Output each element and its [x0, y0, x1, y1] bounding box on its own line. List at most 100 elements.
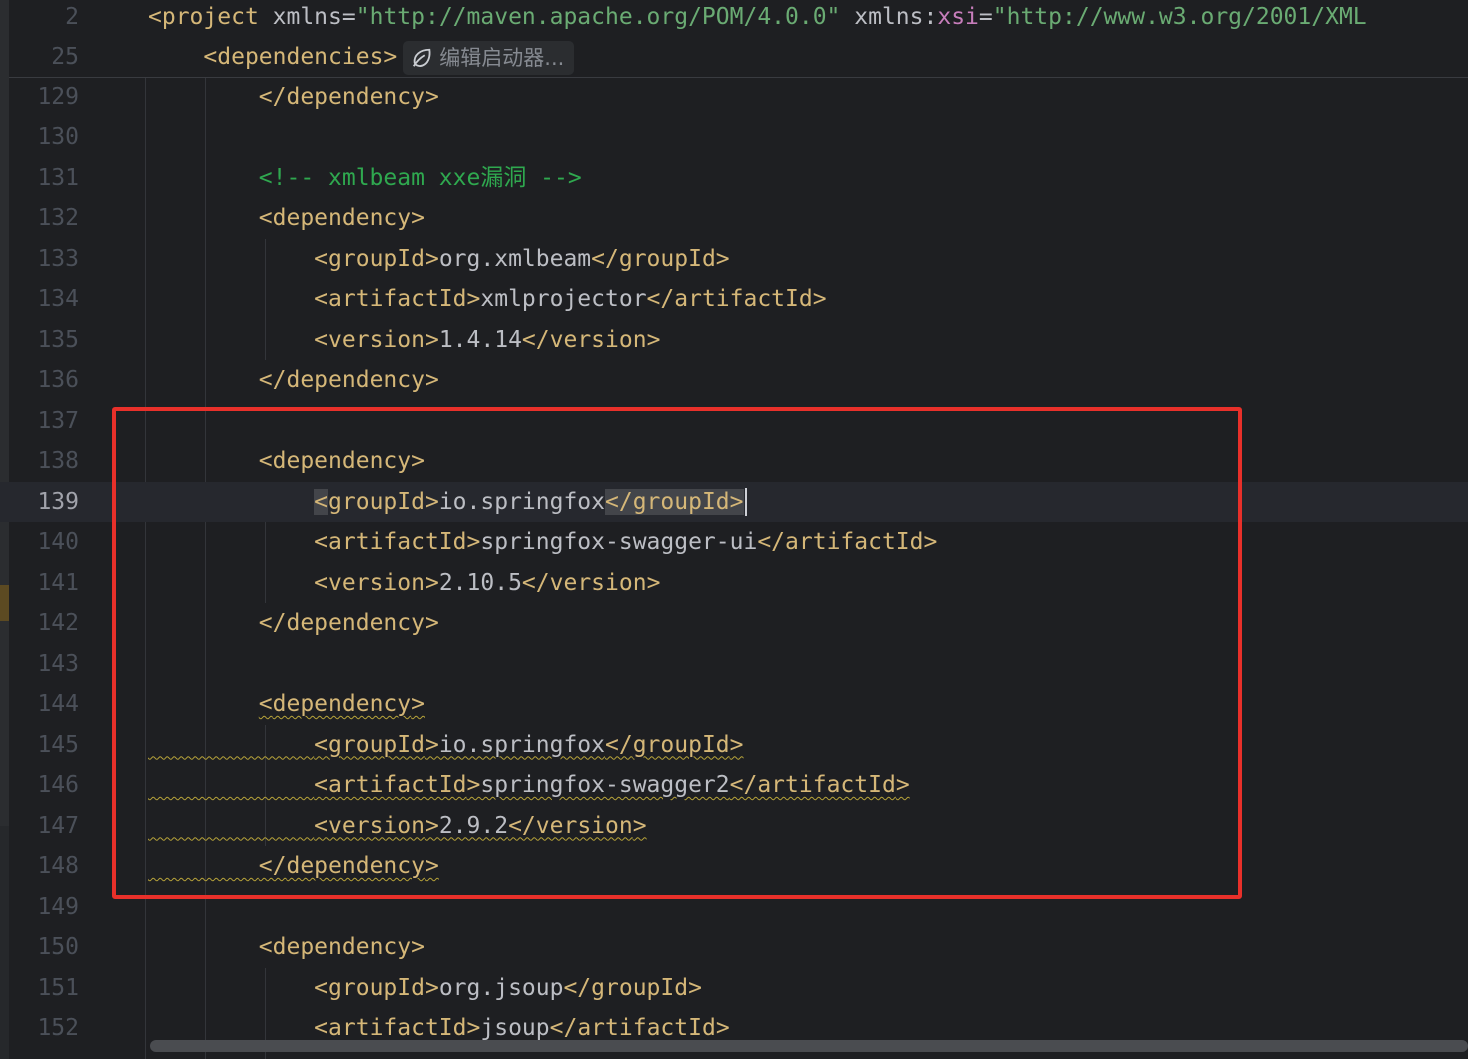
line-number[interactable]: 148	[9, 846, 79, 887]
code-text[interactable]: </dependency>	[148, 846, 439, 887]
code-text[interactable]: <project xmlns="http://maven.apache.org/…	[148, 0, 1367, 38]
code-token: dependency	[286, 367, 425, 393]
edit-starters-inlay-hint[interactable]: 编辑启动器...	[403, 40, 575, 75]
code-line[interactable]: 139 <groupId>io.springfox</groupId>	[0, 481, 1468, 523]
code-token: dependency	[286, 853, 425, 879]
code-line[interactable]: 130	[0, 117, 1468, 158]
code-token: >	[729, 488, 744, 515]
code-line[interactable]: 133 <groupId>org.xmlbeam</groupId>	[0, 239, 1468, 280]
line-number[interactable]: 142	[9, 603, 79, 644]
code-token: 1.4.14	[438, 326, 522, 353]
code-line[interactable]: 145 <groupId>io.springfox</groupId>	[0, 725, 1468, 766]
code-line[interactable]: 137	[0, 401, 1468, 442]
line-number[interactable]: 149	[9, 887, 79, 928]
line-number[interactable]: 150	[9, 927, 79, 968]
line-number[interactable]: 138	[9, 441, 79, 482]
line-number[interactable]: 151	[9, 968, 79, 1009]
line-number[interactable]: 137	[9, 401, 79, 442]
code-text[interactable]: <artifactId>springfox-swagger2</artifact…	[148, 765, 910, 806]
code-token: dependency	[286, 83, 425, 110]
code-text[interactable]: <version>2.10.5</version>	[148, 563, 660, 604]
code-token: >	[424, 83, 439, 110]
code-line[interactable]: 150 <dependency>	[0, 927, 1468, 968]
code-text[interactable]: <artifactId>springfox-swagger-ui</artifa…	[148, 522, 937, 563]
code-line[interactable]: 136 </dependency>	[0, 360, 1468, 401]
code-token: 2.9.2	[438, 812, 509, 839]
sticky-code-line[interactable]: 2 <project xmlns="http://maven.apache.org…	[0, 0, 1468, 38]
line-number[interactable]: 143	[9, 644, 79, 685]
code-text[interactable]: <version>2.9.2</version>	[148, 806, 646, 847]
line-number[interactable]: 132	[9, 198, 79, 239]
code-line[interactable]: 131 <!-- xmlbeam xxe漏洞 -->	[0, 158, 1468, 199]
code-token: </	[258, 83, 287, 110]
line-number[interactable]: 147	[9, 806, 79, 847]
code-token: xsi	[937, 4, 979, 30]
code-text[interactable]: <artifactId>xmlprojector</artifactId>	[148, 279, 826, 320]
code-line[interactable]: 138 <dependency>	[0, 441, 1468, 482]
line-number[interactable]: 134	[9, 279, 79, 320]
code-line[interactable]: 146 <artifactId>springfox-swagger2</arti…	[0, 765, 1468, 806]
line-number[interactable]: 139	[9, 482, 79, 523]
code-text[interactable]: <dependency>	[148, 684, 425, 725]
code-line[interactable]: 151 <groupId>org.jsoup</groupId>	[0, 968, 1468, 1009]
code-token: artifactId	[328, 772, 467, 798]
code-line[interactable]: 148 </dependency>	[0, 846, 1468, 887]
code-text[interactable]: <dependencies> 编辑启动器...	[148, 37, 575, 78]
code-token: dependency	[286, 610, 425, 636]
line-number[interactable]: 130	[9, 117, 79, 158]
code-token: </	[646, 286, 675, 312]
line-number[interactable]: 144	[9, 684, 79, 725]
line-number[interactable]: 136	[9, 360, 79, 401]
code-text[interactable]: </dependency>	[148, 77, 439, 118]
code-line[interactable]: 135 <version>1.4.14</version>	[0, 320, 1468, 361]
code-line[interactable]: 129 </dependency>	[0, 77, 1468, 118]
line-number[interactable]: 141	[9, 563, 79, 604]
line-number[interactable]: 129	[9, 77, 79, 118]
code-line[interactable]: 132 <dependency>	[0, 198, 1468, 239]
code-text[interactable]: <!-- xmlbeam xxe漏洞 -->	[148, 158, 582, 199]
line-number[interactable]: 2	[9, 0, 79, 38]
sticky-code-line[interactable]: 25 <dependencies> 编辑启动器...	[0, 37, 1468, 78]
code-text[interactable]: <dependency>	[148, 927, 425, 968]
code-text[interactable]: <groupId>org.jsoup</groupId>	[148, 968, 702, 1009]
code-line[interactable]: 141 <version>2.10.5</version>	[0, 563, 1468, 604]
code-text[interactable]: <dependency>	[148, 198, 425, 239]
code-token: </	[508, 812, 536, 839]
code-text[interactable]: </dependency>	[148, 360, 439, 401]
code-token: groupId	[632, 731, 730, 758]
code-token: </	[591, 245, 619, 272]
horizontal-scrollbar[interactable]	[150, 1040, 1468, 1052]
code-line[interactable]: 149	[0, 887, 1468, 928]
sticky-scroll-header[interactable]: 2 <project xmlns="http://maven.apache.org…	[9, 0, 1468, 78]
line-number[interactable]: 152	[9, 1008, 79, 1049]
code-line[interactable]: 140 <artifactId>springfox-swagger-ui</ar…	[0, 522, 1468, 563]
code-line[interactable]: 134 <artifactId>xmlprojector</artifactId…	[0, 279, 1468, 320]
code-line[interactable]: 142 </dependency>	[0, 603, 1468, 644]
code-token: >	[923, 529, 938, 555]
code-token: </	[521, 326, 550, 353]
code-editor[interactable]: 2 <project xmlns="http://maven.apache.org…	[0, 0, 1468, 1059]
line-number[interactable]: 25	[9, 37, 79, 78]
code-text[interactable]: <groupId>org.xmlbeam</groupId>	[148, 239, 729, 280]
code-line[interactable]: 143	[0, 644, 1468, 685]
code-text[interactable]: </dependency>	[148, 603, 439, 644]
line-number[interactable]: 133	[9, 239, 79, 280]
line-number[interactable]: 145	[9, 725, 79, 766]
code-text[interactable]: <version>1.4.14</version>	[148, 320, 660, 361]
code-line[interactable]: 144 <dependency>	[0, 684, 1468, 725]
line-number[interactable]: 131	[9, 158, 79, 199]
code-token: version	[549, 569, 647, 596]
line-number[interactable]: 135	[9, 320, 79, 361]
code-token: io.springfox	[438, 731, 605, 758]
line-number[interactable]: 146	[9, 765, 79, 806]
code-text[interactable]: <groupId>io.springfox</groupId>	[148, 725, 743, 766]
line-number[interactable]: 140	[9, 522, 79, 563]
code-text[interactable]: <dependency>	[148, 441, 425, 482]
code-token: <	[314, 569, 329, 596]
code-line[interactable]: 147 <version>2.9.2</version>	[0, 806, 1468, 847]
code-text[interactable]: <groupId>io.springfox</groupId>	[148, 482, 747, 523]
